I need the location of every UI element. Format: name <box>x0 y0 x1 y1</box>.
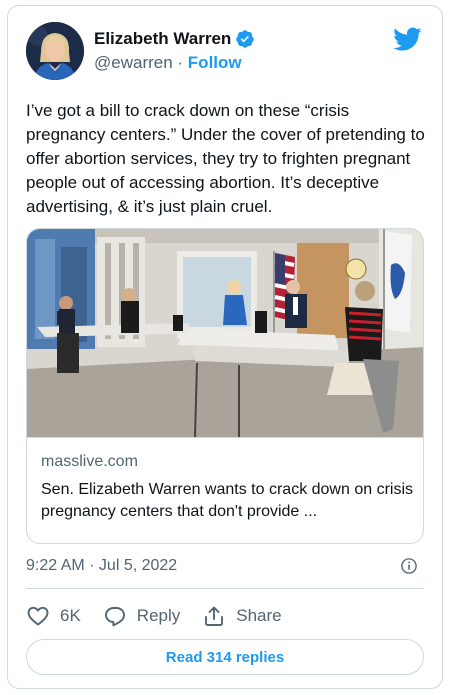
embedded-tweet-card: Elizabeth Warren @ewarren · Follow I’ve … <box>7 5 443 689</box>
author-avatar[interactable] <box>26 22 84 80</box>
link-title: Sen. Elizabeth Warren wants to crack dow… <box>41 481 414 520</box>
share-button[interactable]: Share <box>202 604 282 628</box>
info-icon[interactable] <box>400 557 418 575</box>
read-replies-button[interactable]: Read 314 replies <box>26 639 424 675</box>
action-divider <box>26 588 424 589</box>
tweet-text: I’ve got a bill to crack down on these “… <box>26 101 425 216</box>
reply-button[interactable]: Reply <box>103 604 180 628</box>
like-count: 6K <box>60 606 81 625</box>
tweet-header: Elizabeth Warren @ewarren · Follow <box>26 22 426 82</box>
heart-icon <box>27 606 49 626</box>
author-handle[interactable]: @ewarren <box>94 53 173 72</box>
link-preview-card[interactable]: masslive.com Sen. Elizabeth Warren wants… <box>26 228 424 544</box>
share-label: Share <box>236 606 282 625</box>
tweet-actions: 6K Reply Share <box>26 602 304 630</box>
handle-separator: · <box>172 53 188 72</box>
follow-button[interactable]: Follow <box>188 53 242 72</box>
speech-bubble-icon <box>104 607 125 627</box>
share-icon <box>205 606 224 626</box>
reply-label: Reply <box>136 606 181 625</box>
verified-badge-icon <box>236 30 255 48</box>
tweet-timestamp[interactable]: 9:22 AM · Jul 5, 2022 <box>26 557 177 574</box>
link-preview-meta: masslive.com Sen. Elizabeth Warren wants… <box>27 437 423 520</box>
twitter-bird-icon[interactable] <box>392 26 422 52</box>
link-preview-image <box>27 229 423 437</box>
link-domain: masslive.com <box>41 453 138 470</box>
author-name[interactable]: Elizabeth Warren <box>94 29 231 49</box>
author-handle-row: @ewarren · Follow <box>94 53 242 73</box>
timestamp-row: 9:22 AM · Jul 5, 2022 <box>26 557 418 575</box>
like-button[interactable]: 6K <box>26 604 81 628</box>
